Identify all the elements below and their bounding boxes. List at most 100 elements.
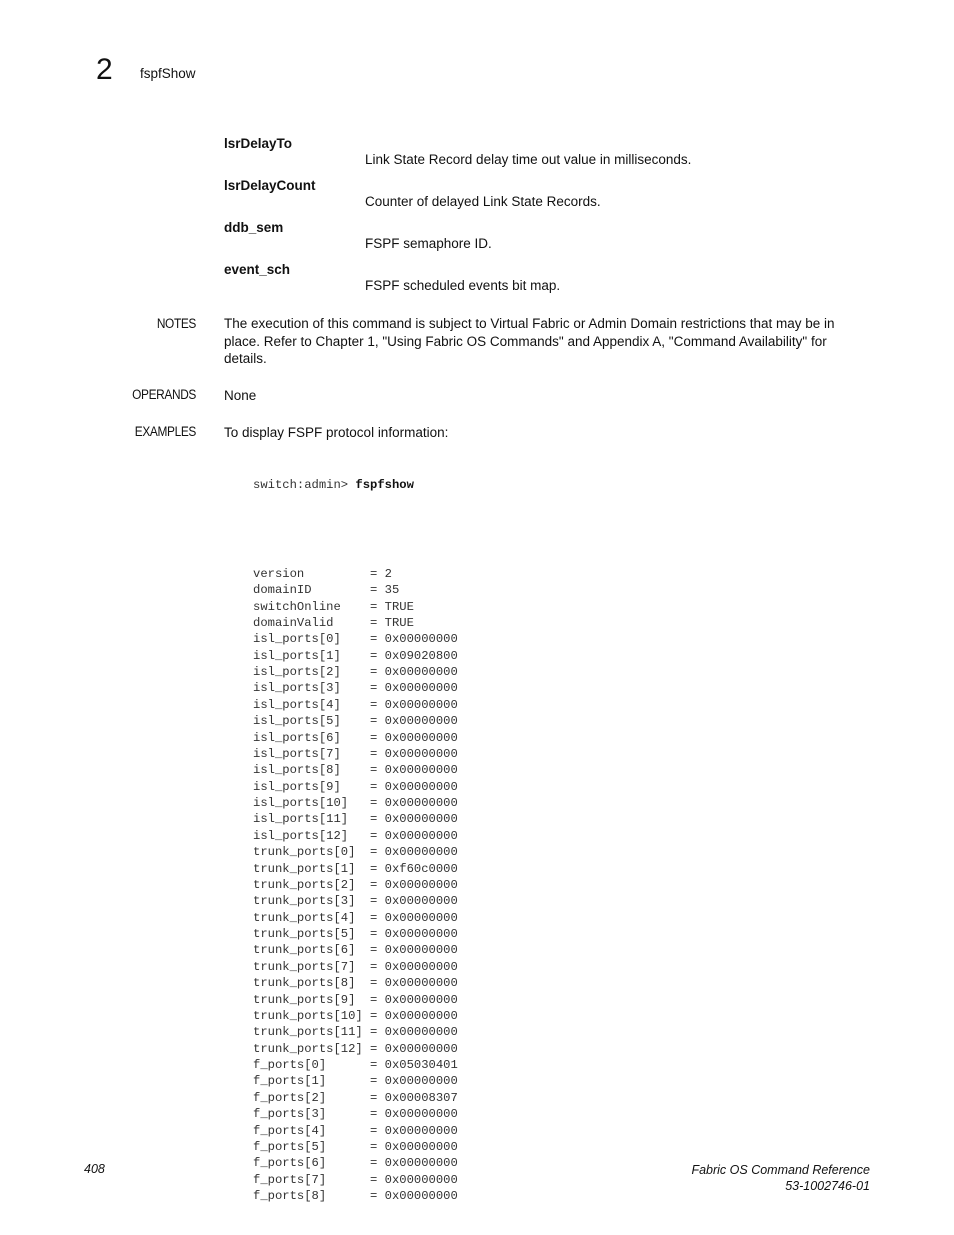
- equals-sign: =: [370, 681, 385, 696]
- output-key: isl_ports[3]: [253, 681, 341, 696]
- equals-sign: =: [370, 714, 385, 729]
- equals-sign: =: [370, 665, 385, 679]
- page-number: 408: [84, 1162, 105, 1176]
- output-key: f_ports[6]: [253, 1156, 327, 1171]
- output-key: isl_ports[4]: [253, 697, 341, 712]
- output-value: 0x00000000: [384, 1074, 458, 1089]
- output-value: 0x05030401: [384, 1058, 458, 1072]
- output-line: switchOnline = TRUE: [253, 599, 458, 615]
- output-key: trunk_ports[7]: [253, 959, 356, 974]
- output-value: 0x00000000: [384, 877, 458, 892]
- output-value: TRUE: [384, 599, 414, 614]
- output-key: trunk_ports[12]: [253, 1041, 363, 1056]
- command-output: version = 2 domainID = 35 switchOnline = TRUE…: [253, 566, 458, 1205]
- output-line: f_ports[4] = 0x00000000: [253, 1123, 458, 1139]
- output-value: 0x00000000: [384, 665, 458, 679]
- param-description: Counter of delayed Link State Records.: [365, 194, 601, 209]
- output-key: isl_ports[9]: [253, 779, 341, 794]
- output-value: 0x00000000: [384, 746, 458, 761]
- equals-sign: =: [370, 1058, 385, 1072]
- output-value: 0x00000000: [384, 697, 458, 712]
- output-key: isl_ports[5]: [253, 714, 341, 729]
- equals-sign: =: [370, 1156, 385, 1171]
- output-value: 0x00000000: [384, 714, 458, 729]
- output-line: f_ports[0] = 0x05030401: [253, 1057, 458, 1073]
- output-line: isl_ports[6] = 0x00000000: [253, 730, 458, 746]
- equals-sign: =: [370, 1139, 385, 1154]
- output-line: isl_ports[5] = 0x00000000: [253, 713, 458, 729]
- equals-sign: =: [370, 976, 385, 991]
- output-key: trunk_ports[5]: [253, 927, 356, 941]
- param-description: FSPF scheduled events bit map.: [365, 278, 561, 293]
- output-line: f_ports[3] = 0x00000000: [253, 1106, 458, 1122]
- output-value: 0x00008307: [384, 1090, 458, 1105]
- equals-sign: =: [370, 828, 385, 843]
- output-value: 0x00000000: [384, 1139, 458, 1154]
- output-key: trunk_ports[6]: [253, 943, 356, 958]
- equals-sign: =: [370, 1189, 385, 1203]
- output-line: trunk_ports[2] = 0x00000000: [253, 877, 458, 893]
- output-key: trunk_ports[4]: [253, 910, 356, 925]
- examples-text: To display FSPF protocol information:: [224, 425, 449, 440]
- equals-sign: =: [370, 943, 385, 958]
- chapter-number: 2: [96, 53, 113, 86]
- output-value: 0x00000000: [384, 1123, 458, 1138]
- command-text: fspfshow: [355, 478, 414, 492]
- output-line: domainID = 35: [253, 582, 458, 598]
- equals-sign: =: [370, 632, 385, 647]
- notes-text: The execution of this command is subject…: [224, 316, 835, 366]
- output-value: 0x09020800: [384, 648, 458, 663]
- output-line: f_ports[7] = 0x00000000: [253, 1172, 458, 1188]
- output-key: domainValid: [253, 615, 334, 630]
- output-line: version = 2: [253, 566, 458, 582]
- output-value: 0x00000000: [384, 730, 458, 745]
- equals-sign: =: [370, 1008, 385, 1023]
- output-line: isl_ports[11] = 0x00000000: [253, 811, 458, 827]
- equals-sign: =: [370, 894, 385, 909]
- equals-sign: =: [370, 583, 385, 598]
- equals-sign: =: [370, 861, 385, 876]
- output-line: f_ports[8] = 0x00000000: [253, 1188, 458, 1204]
- output-value: 0x00000000: [384, 910, 458, 925]
- output-line: trunk_ports[6] = 0x00000000: [253, 942, 458, 958]
- output-key: isl_ports[6]: [253, 730, 341, 745]
- output-line: isl_ports[3] = 0x00000000: [253, 680, 458, 696]
- output-value: 0x00000000: [384, 959, 458, 974]
- output-line: trunk_ports[8] = 0x00000000: [253, 975, 458, 991]
- equals-sign: =: [370, 1041, 385, 1056]
- equals-sign: =: [370, 796, 385, 810]
- output-key: f_ports[5]: [253, 1139, 327, 1154]
- output-key: isl_ports[11]: [253, 812, 349, 827]
- output-line: trunk_ports[11] = 0x00000000: [253, 1024, 458, 1040]
- output-value: 0x00000000: [384, 927, 458, 941]
- output-line: trunk_ports[4] = 0x00000000: [253, 910, 458, 926]
- param-description: Link State Record delay time out value i…: [365, 152, 692, 167]
- footer-info: Fabric OS Command Reference 53-1002746-0…: [691, 1162, 870, 1194]
- output-value: 0x00000000: [384, 681, 458, 696]
- output-key: trunk_ports[2]: [253, 877, 356, 892]
- output-key: trunk_ports[0]: [253, 845, 356, 860]
- output-value: 0x00000000: [384, 779, 458, 794]
- param-term: event_sch: [224, 262, 291, 277]
- output-value: 0x00000000: [384, 976, 458, 991]
- output-key: isl_ports[1]: [253, 648, 341, 663]
- output-value: 0xf60c0000: [384, 861, 458, 876]
- output-line: isl_ports[7] = 0x00000000: [253, 746, 458, 762]
- output-line: isl_ports[12] = 0x00000000: [253, 828, 458, 844]
- output-line: isl_ports[10] = 0x00000000: [253, 795, 458, 811]
- examples-label: EXAMPLES: [134, 424, 197, 439]
- output-line: trunk_ports[12] = 0x00000000: [253, 1041, 458, 1057]
- equals-sign: =: [370, 1172, 385, 1187]
- output-key: trunk_ports[9]: [253, 992, 356, 1007]
- output-line: domainValid = TRUE: [253, 615, 458, 631]
- output-key: f_ports[1]: [253, 1074, 327, 1089]
- output-line: trunk_ports[10] = 0x00000000: [253, 1008, 458, 1024]
- output-value: 0x00000000: [384, 1172, 458, 1187]
- equals-sign: =: [370, 1025, 385, 1040]
- output-line: trunk_ports[0] = 0x00000000: [253, 844, 458, 860]
- output-value: 0x00000000: [384, 943, 458, 958]
- output-line: f_ports[2] = 0x00008307: [253, 1090, 458, 1106]
- output-line: trunk_ports[3] = 0x00000000: [253, 893, 458, 909]
- output-value: 2: [384, 566, 392, 581]
